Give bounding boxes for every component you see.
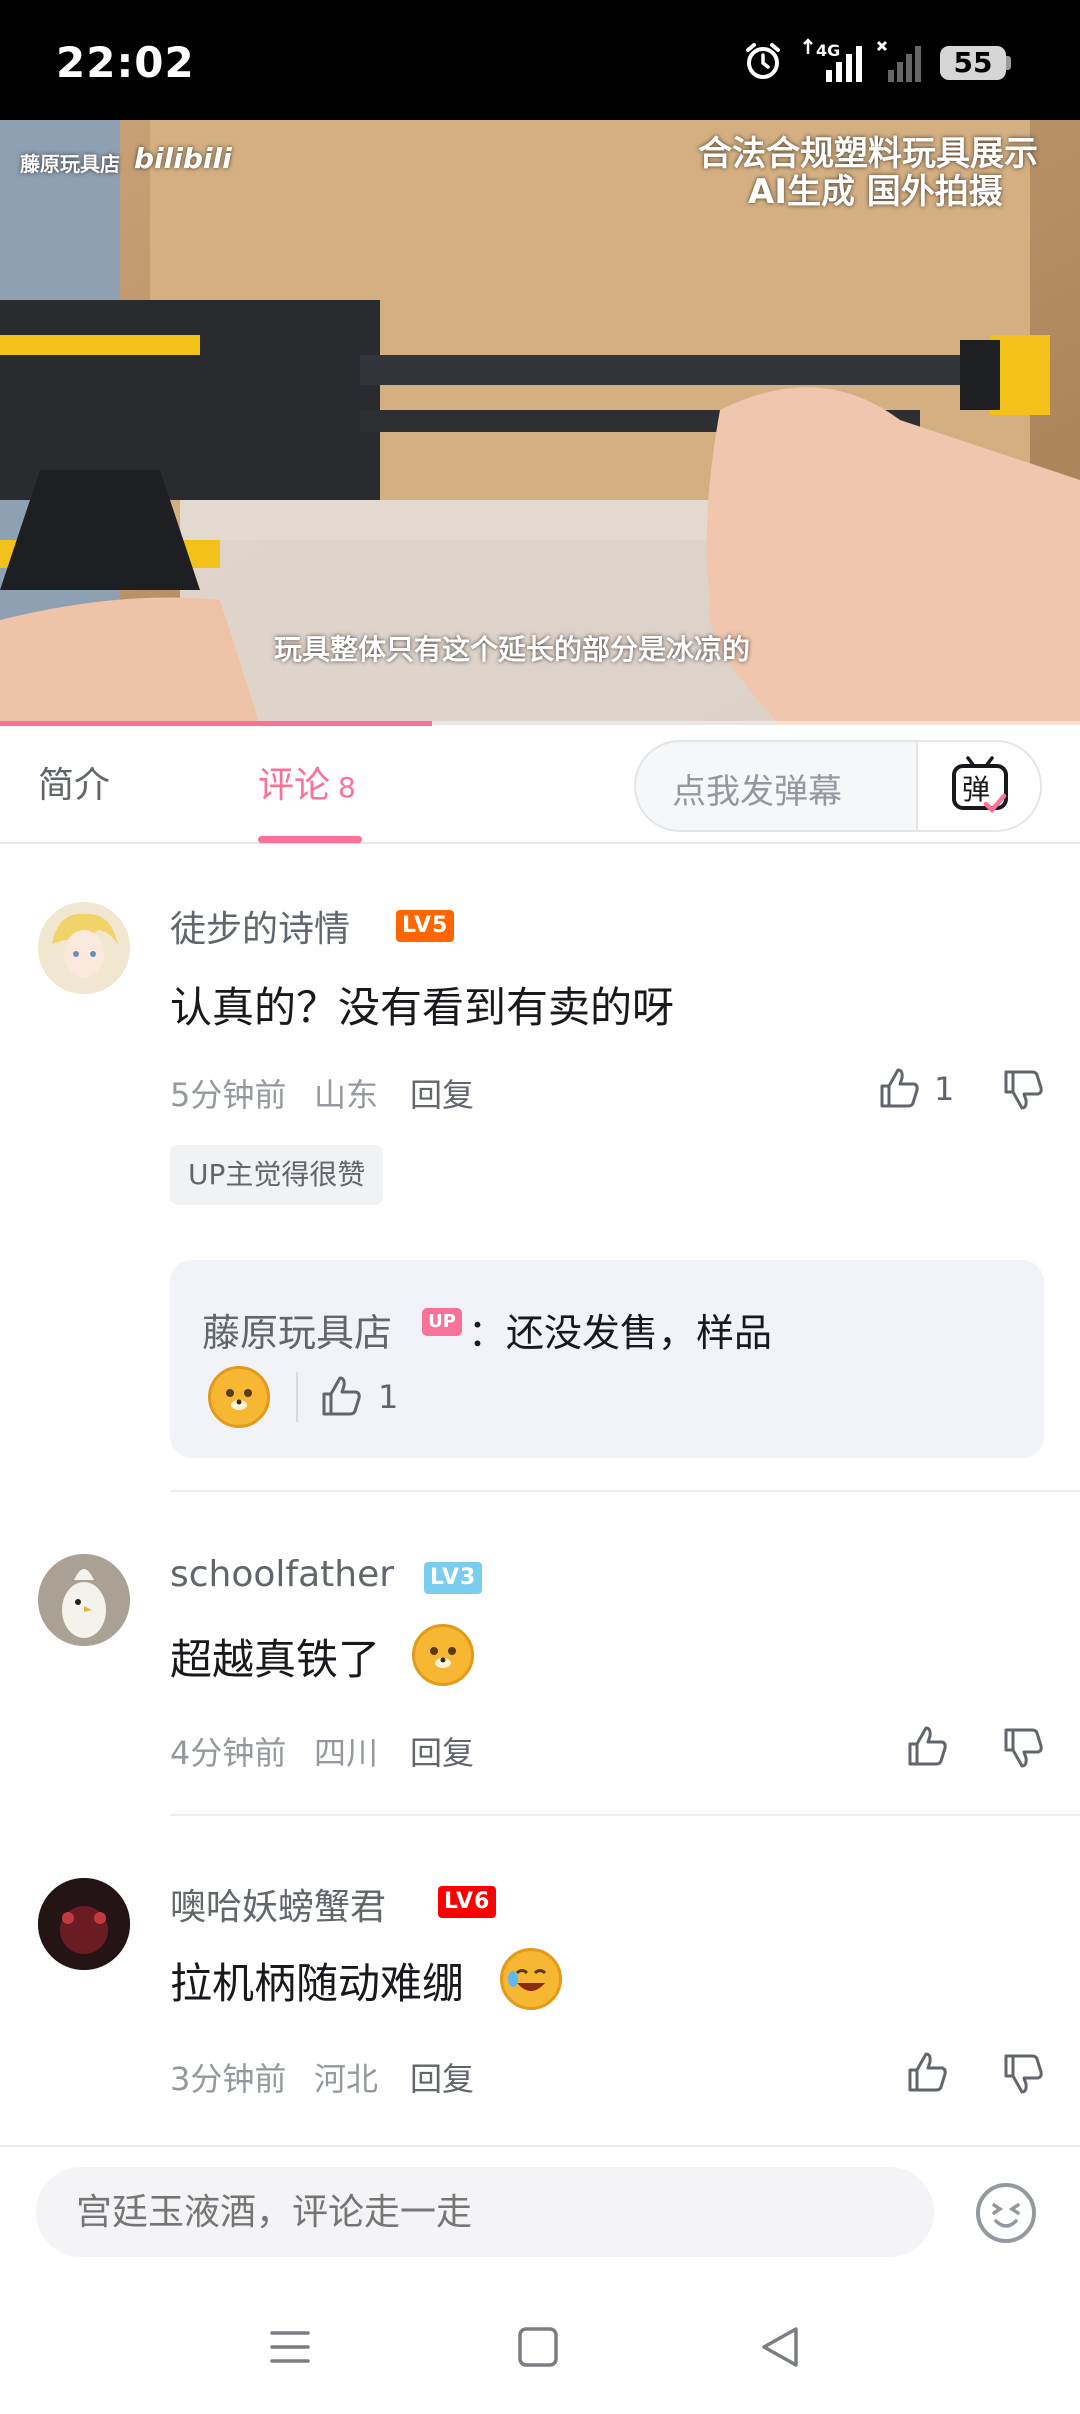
tab-active-underline [258, 836, 362, 843]
signal-4g-icon: 4G [803, 38, 862, 82]
comment-username[interactable]: 噢哈妖螃蟹君 [170, 1878, 386, 1930]
alarm-icon [746, 43, 780, 79]
user-level-badge: LV3 [424, 1562, 483, 1594]
video-watermark-channel: 藤原玩具店 [20, 152, 120, 176]
comment-location: 山东 [314, 1076, 379, 1114]
comment-divider [170, 1490, 1080, 1492]
home-icon[interactable] [516, 2325, 560, 2369]
video-subtitle: 玩具整体只有这个延长的部分是冰凉的 [274, 633, 751, 666]
tab-comments-label: 评论 [258, 765, 331, 806]
comment-username[interactable]: 徒步的诗情 [170, 900, 350, 952]
tab-comments[interactable]: 评论 8 [258, 756, 356, 808]
thumbs-up-icon[interactable] [318, 1374, 364, 1420]
up-badge: UP [422, 1308, 462, 1336]
comment-time: 5分钟前 [170, 1076, 287, 1114]
emoji-picker-icon[interactable] [974, 2181, 1038, 2245]
reply-button[interactable]: 回复 [410, 1728, 474, 1774]
system-nav-bar [0, 2275, 1080, 2414]
doge-emoji-icon [412, 1624, 474, 1686]
tab-intro[interactable]: 简介 [38, 756, 110, 808]
thumbs-down-icon[interactable] [1000, 1724, 1046, 1770]
user-level-badge: LV5 [396, 910, 455, 942]
svg-text:4G: 4G [816, 41, 840, 60]
sub-reply-box[interactable]: 藤原玩具店 UP ：还没发售，样品 1 [170, 1260, 1044, 1458]
comment-text: 拉机柄随动难绷 [170, 1959, 465, 2008]
like-count: 1 [934, 1070, 955, 1108]
comment-location: 河北 [314, 2060, 379, 2098]
thumbs-up-icon[interactable] [876, 1066, 922, 1112]
status-bar: 22:02 4G 55 [0, 0, 1080, 120]
thumbs-down-icon[interactable] [1000, 2050, 1046, 2096]
comment-text: 认真的？没有看到有卖的呀 [170, 983, 675, 1032]
comment-location: 四川 [314, 1734, 379, 1772]
comment-time: 3分钟前 [170, 2060, 287, 2098]
menu-icon[interactable] [268, 2327, 312, 2367]
reply-button[interactable]: 回复 [410, 1070, 474, 1116]
comment-input[interactable] [36, 2167, 934, 2257]
sub-reply-text: ：还没发售，样品 [468, 1311, 773, 1355]
tab-comments-count: 8 [338, 771, 356, 804]
danmaku-input[interactable]: 点我发弹幕 弹 [634, 740, 1042, 832]
sub-reply-separator [296, 1372, 298, 1422]
avatar[interactable] [38, 902, 130, 994]
avatar[interactable] [38, 1554, 130, 1646]
thumbs-up-icon[interactable] [904, 1724, 950, 1770]
reply-button[interactable]: 回复 [410, 2054, 474, 2100]
danmaku-tv-icon: 弹 [952, 756, 1008, 814]
back-icon[interactable] [758, 2325, 802, 2369]
laughing-crying-emoji-icon [500, 1948, 562, 2010]
doge-emoji-icon [208, 1366, 270, 1428]
up-liked-tag: UP主觉得很赞 [170, 1145, 384, 1205]
comment-text: 超越真铁了 [170, 1635, 381, 1684]
video-watermark-brand: bilibili [134, 142, 232, 175]
thumbs-down-icon[interactable] [1000, 1066, 1046, 1112]
thumbs-up-icon[interactable] [904, 2050, 950, 2096]
comment-divider [170, 1814, 1080, 1816]
like-count: 1 [378, 1378, 399, 1416]
video-player[interactable]: 藤原玩具店 bilibili 合法合规塑料玩具展示 AI生成 国外拍摄 玩具整体… [0, 120, 1080, 725]
sub-reply-author[interactable]: 藤原玩具店 [202, 1302, 392, 1357]
status-time: 22:02 [56, 38, 195, 87]
video-notice-line2: AI生成 国外拍摄 [748, 172, 1003, 212]
battery-icon: 55 [940, 46, 1006, 80]
danmaku-toggle-button[interactable]: 弹 [916, 742, 1040, 830]
comment-username[interactable]: schoolfather [170, 1554, 394, 1595]
user-level-badge: LV6 [438, 1886, 497, 1918]
svg-text:弹: 弹 [962, 773, 990, 806]
avatar[interactable] [38, 1878, 130, 1970]
danmaku-placeholder: 点我发弹幕 [672, 772, 842, 812]
comment-time: 4分钟前 [170, 1734, 287, 1772]
comment-input-bar [0, 2145, 1080, 2275]
battery-tip [1006, 56, 1011, 70]
signal-empty-icon [876, 40, 921, 82]
